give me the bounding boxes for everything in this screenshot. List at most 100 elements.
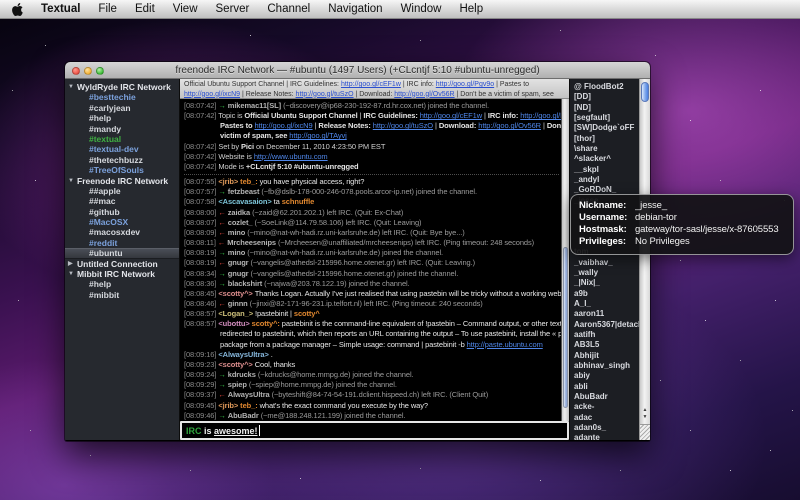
userlist-item[interactable]: abli — [570, 382, 639, 392]
userlist-item[interactable]: AbuBadr — [570, 392, 639, 402]
menu-item-textual[interactable]: Textual — [32, 3, 89, 15]
userlist-scrollbar[interactable]: ▲ ▼ — [639, 79, 650, 440]
userlist-item[interactable]: Abhijit — [570, 351, 639, 361]
userlist-item[interactable]: a9b — [570, 289, 639, 299]
sidebar-channel[interactable]: #help — [65, 113, 179, 123]
sidebar-server-header[interactable]: ▼WyldRyde IRC Network — [65, 82, 179, 92]
sidebar-channel[interactable]: #reddit — [65, 238, 179, 248]
topic-text: | Download: — [354, 91, 395, 98]
userlist-item[interactable]: _andyl — [570, 175, 639, 185]
userlist-item[interactable]: adan0s_ — [570, 423, 639, 433]
sidebar-channel[interactable]: #carlyjean — [65, 103, 179, 113]
userlist-item[interactable]: Aaron5367|detach — [570, 320, 639, 330]
userlist-item[interactable]: acke- — [570, 402, 639, 412]
chevron-expanded-icon[interactable]: ▼ — [68, 269, 77, 279]
sidebar-channel[interactable]: #TreeOfSouls — [65, 165, 179, 175]
userlist-item[interactable]: [DD] — [570, 92, 639, 102]
userlist-item[interactable]: AB3L5 — [570, 340, 639, 350]
userlist-item[interactable]: _vaibhav_ — [570, 258, 639, 268]
sidebar-channel[interactable]: ##mac — [65, 196, 179, 206]
chevron-expanded-icon[interactable]: ▼ — [68, 82, 77, 92]
close-button[interactable] — [72, 67, 80, 75]
menu-item-view[interactable]: View — [164, 3, 207, 15]
menu-item-edit[interactable]: Edit — [126, 3, 164, 15]
userlist-item[interactable]: \share — [570, 144, 639, 154]
chevron-collapsed-icon[interactable]: ▶ — [68, 259, 77, 269]
minimize-button[interactable] — [84, 67, 92, 75]
topic-link[interactable]: http://goo.gl/ixcN9 — [184, 91, 240, 98]
sidebar-server-header[interactable]: ▶Untitled Connection — [65, 259, 179, 269]
message-text: package from a package manager – Simple … — [220, 340, 467, 349]
menu-item-window[interactable]: Window — [392, 3, 451, 15]
message-link[interactable]: http://goo.gl/TAyvj — [289, 131, 346, 140]
sidebar-channel[interactable]: #textual — [65, 134, 179, 144]
userlist-item[interactable]: aaron11 — [570, 309, 639, 319]
userlist-item[interactable]: [ND] — [570, 103, 639, 113]
sidebar-channel[interactable]: #textual-dev — [65, 144, 179, 154]
userlist-item[interactable]: __skpl — [570, 165, 639, 175]
scroll-up-arrow-icon[interactable]: ▲ — [643, 407, 648, 413]
chat-scrollbar[interactable] — [561, 99, 569, 421]
message-link[interactable]: http://goo.gl/Ov56R — [478, 121, 541, 130]
userlist-item[interactable]: adante — [570, 433, 639, 440]
apple-menu-icon[interactable] — [0, 3, 32, 16]
message-link[interactable]: http://www.ubuntu.com — [254, 152, 328, 161]
userlist-item[interactable]: aatifh — [570, 330, 639, 340]
menu-item-channel[interactable]: Channel — [258, 3, 319, 15]
user-list: @ FloodBot2[DD][ND][segfault][SW]Dodge`o… — [570, 79, 639, 440]
menu-item-file[interactable]: File — [89, 3, 126, 15]
message-link[interactable]: http://goo.gl/Pgv9o — [520, 111, 561, 120]
sidebar-server-header[interactable]: ▼Freenode IRC Network — [65, 176, 179, 186]
text-caret — [259, 425, 260, 436]
window-titlebar[interactable]: freenode IRC Network — #ubuntu (1497 Use… — [65, 62, 650, 79]
userlist-item[interactable]: ^slacker^ — [570, 154, 639, 164]
timestamp: [08:07:55] — [184, 177, 218, 186]
sidebar-channel[interactable]: ##apple — [65, 186, 179, 196]
userlist-item[interactable]: @ FloodBot2 — [570, 82, 639, 92]
sidebar-server-header[interactable]: ▼Mibbit IRC Network — [65, 269, 179, 279]
zoom-button[interactable] — [96, 67, 104, 75]
userlist-scrollbar-thumb[interactable] — [641, 82, 649, 102]
input-segment: is — [202, 426, 215, 436]
message-link[interactable]: http://goo.gl/tuSzO — [373, 121, 433, 130]
topic-link[interactable]: http://goo.gl/Ov56R — [394, 91, 454, 98]
sidebar-channel[interactable]: #thetechbuzz — [65, 155, 179, 165]
userlist-item[interactable]: abhinav_singh — [570, 361, 639, 371]
sidebar-channel[interactable]: #github — [65, 207, 179, 217]
topic-link[interactable]: http://goo.gl/cEF1w — [341, 81, 401, 88]
chat-scrollbar-thumb[interactable] — [563, 247, 568, 408]
scroll-down-arrow-icon[interactable]: ▼ — [643, 414, 648, 420]
sidebar-channel[interactable]: #help — [65, 279, 179, 289]
sidebar-channel[interactable]: #ubuntu — [65, 248, 179, 258]
userlist-item[interactable]: _|Nix|_ — [570, 278, 639, 288]
message-text: Mode is — [218, 162, 246, 171]
message-log: [08:07:42] → mikemac11[SL] (~discovery@i… — [180, 99, 561, 421]
userlist-item[interactable]: [segfault] — [570, 113, 639, 123]
message-link[interactable]: http://goo.gl/cEF1w — [420, 111, 482, 120]
sidebar-channel[interactable]: #mandy — [65, 124, 179, 134]
userlist-item[interactable]: _wally — [570, 268, 639, 278]
menu-item-server[interactable]: Server — [207, 3, 259, 15]
userlist-item[interactable]: A_I_ — [570, 299, 639, 309]
topic-link[interactable]: http://goo.gl/tuSzO — [296, 91, 354, 98]
userlist-item[interactable]: [SW]Dodge`oFF — [570, 123, 639, 133]
sidebar-channel[interactable]: #mibbit — [65, 290, 179, 300]
message-link[interactable]: http://paste.ubuntu.com — [467, 340, 543, 349]
userlist-item[interactable]: abiy — [570, 371, 639, 381]
message-text: (~SoeLink@114.79.58.106) left IRC. (Quit… — [254, 218, 421, 227]
menu-item-navigation[interactable]: Navigation — [319, 3, 391, 15]
sidebar-channel[interactable]: #MacOSX — [65, 217, 179, 227]
message-input[interactable]: IRC is awesome! — [180, 421, 569, 440]
window-resize-grip[interactable] — [640, 424, 650, 440]
sidebar-channel[interactable]: #besttechie — [65, 92, 179, 102]
message-text: Official Ubuntu Support Channel — [244, 111, 357, 120]
menu-item-help[interactable]: Help — [450, 3, 492, 15]
userlist-item[interactable]: adac — [570, 413, 639, 423]
tooltip-label: Nickname: — [579, 200, 635, 212]
chevron-expanded-icon[interactable]: ▼ — [68, 176, 77, 186]
message-text: Download: — [439, 121, 478, 130]
userlist-item[interactable]: [thor] — [570, 134, 639, 144]
topic-link[interactable]: http://goo.gl/Pgv9o — [436, 81, 494, 88]
message-link[interactable]: http://goo.gl/ixcN9 — [254, 121, 312, 130]
sidebar-channel[interactable]: #macosxdev — [65, 227, 179, 237]
